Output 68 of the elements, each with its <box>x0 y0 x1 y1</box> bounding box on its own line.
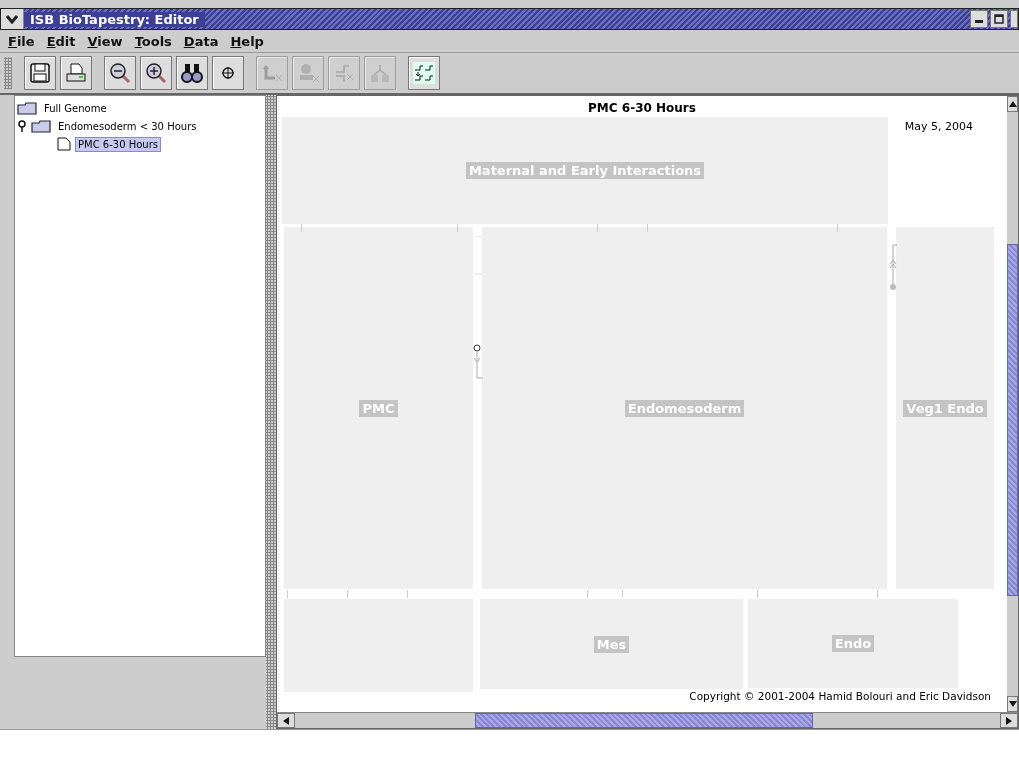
link-stub <box>457 224 458 232</box>
scroll-down-button[interactable] <box>1007 696 1018 712</box>
binoculars-icon <box>181 62 203 84</box>
chevron-icon <box>6 14 18 24</box>
up-arrow-icon <box>1008 101 1017 107</box>
link-stub <box>877 590 878 598</box>
window-title: ISB BioTapestry: Editor <box>24 11 205 27</box>
menu-item[interactable]: File <box>8 33 35 49</box>
region-label: PMC <box>359 399 398 417</box>
expand-handle-icon[interactable] <box>17 120 27 132</box>
link-stub <box>837 224 838 232</box>
toolbar-button[interactable] <box>140 56 172 90</box>
date-label: May 5, 2004 <box>904 120 973 133</box>
window-menu-button[interactable] <box>1 9 24 29</box>
node-icon <box>297 62 319 84</box>
link-stub <box>407 590 408 598</box>
horizontal-scrollbar[interactable] <box>277 712 1018 728</box>
menu-item[interactable]: Data <box>183 33 219 49</box>
tree-item[interactable]: PMC 6-30 Hours <box>75 136 161 152</box>
link-stub <box>647 224 648 232</box>
toolbar-grip[interactable] <box>4 57 12 89</box>
zoom-in-icon <box>145 62 167 84</box>
copyright-text: Copyright © 2001-2004 Hamid Bolouri and Eric Davidson <box>689 690 991 702</box>
gene-switches-icon <box>413 62 435 84</box>
tree-item[interactable]: Full Genome <box>41 100 110 116</box>
menu-item[interactable]: Tools <box>134 33 172 49</box>
tree-item[interactable]: Endomesoderm < 30 Hours <box>55 118 200 134</box>
toolbar-button[interactable] <box>212 56 244 90</box>
scroll-up-button[interactable] <box>1007 96 1018 112</box>
region-label: Mes <box>593 635 630 653</box>
minimize-button[interactable] <box>970 10 988 28</box>
link-stub <box>301 224 302 232</box>
printer-icon <box>65 62 87 84</box>
link-stub <box>597 224 598 232</box>
vertical-scrollbar[interactable] <box>1007 96 1018 712</box>
branch-icon <box>369 62 391 84</box>
link-stub <box>757 590 758 598</box>
down-arrow-icon <box>1008 701 1017 707</box>
region-label: Endomesoderm <box>624 399 745 417</box>
toolbar-button[interactable] <box>176 56 208 90</box>
region-label: Maternal and Early Interactions <box>465 162 705 179</box>
split-icon <box>333 62 355 84</box>
region-label: Veg1 Endo <box>903 399 987 417</box>
maximize-icon <box>994 14 1004 24</box>
crosshair-icon <box>221 66 235 80</box>
link-stub <box>347 590 348 598</box>
right-arrow-icon <box>1006 716 1012 725</box>
model-title: PMC 6-30 Hours <box>588 101 696 115</box>
region-label: Endo <box>831 635 875 652</box>
menu-item[interactable]: Help <box>230 33 264 49</box>
toolbar-button[interactable] <box>104 56 136 90</box>
folder-icon <box>31 119 51 133</box>
toolbar-button[interactable] <box>24 56 56 90</box>
folder-icon <box>17 101 37 115</box>
menu-item[interactable]: View <box>87 33 123 49</box>
left-arrow-icon <box>283 716 289 725</box>
link-stub <box>622 590 623 598</box>
maximize-button[interactable] <box>990 10 1008 28</box>
document-icon <box>57 137 71 151</box>
link-stub <box>587 590 588 598</box>
scroll-right-button[interactable] <box>1000 713 1018 728</box>
scroll-thumb[interactable] <box>475 713 813 728</box>
menu-item[interactable]: Edit <box>46 33 76 49</box>
link-arrow-drawing <box>887 244 899 292</box>
scroll-thumb[interactable] <box>1007 244 1018 596</box>
link-stub <box>287 590 288 598</box>
zoom-out-icon <box>109 62 131 84</box>
scroll-left-button[interactable] <box>277 713 295 728</box>
